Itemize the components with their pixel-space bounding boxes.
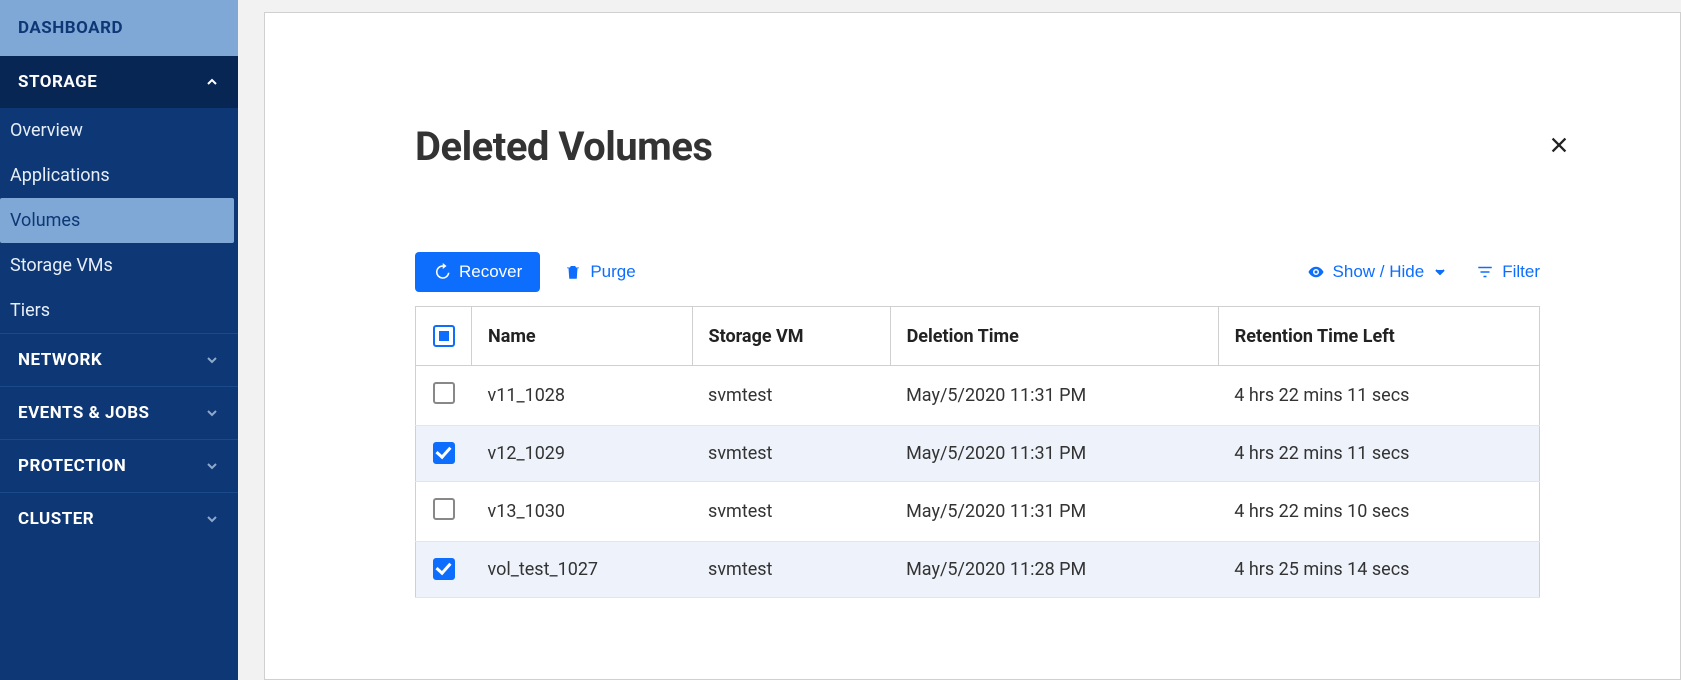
row-checkbox[interactable]	[433, 442, 455, 464]
main-content: Deleted Volumes Recover Purge	[238, 0, 1681, 680]
row-checkbox[interactable]	[433, 382, 455, 404]
cell-name: v12_1029	[472, 426, 693, 482]
nav-label: NETWORK	[18, 350, 102, 370]
page-title: Deleted Volumes	[415, 123, 1540, 170]
purge-button[interactable]: Purge	[564, 262, 635, 282]
nav-label: PROTECTION	[18, 456, 126, 476]
panel: Deleted Volumes Recover Purge	[264, 12, 1681, 680]
table-row[interactable]: v13_1030svmtestMay/5/2020 11:31 PM4 hrs …	[416, 482, 1540, 542]
recover-button[interactable]: Recover	[415, 252, 540, 292]
eye-icon	[1307, 263, 1325, 281]
chevron-down-icon	[204, 458, 220, 474]
button-label: Show / Hide	[1333, 262, 1425, 282]
button-label: Filter	[1502, 262, 1540, 282]
sidebar-item-events[interactable]: EVENTS & JOBS	[0, 386, 238, 439]
chevron-down-icon	[204, 405, 220, 421]
table-row[interactable]: vol_test_1027svmtestMay/5/2020 11:28 PM4…	[416, 542, 1540, 598]
chevron-down-icon	[204, 511, 220, 527]
select-all-header	[416, 307, 472, 366]
table-row[interactable]: v11_1028svmtestMay/5/2020 11:31 PM4 hrs …	[416, 366, 1540, 426]
row-checkbox[interactable]	[433, 498, 455, 520]
storage-submenu: Overview Applications Volumes Storage VM…	[0, 108, 238, 333]
sidebar-item-dashboard[interactable]: DASHBOARD	[0, 0, 238, 56]
button-label: Purge	[590, 262, 635, 282]
column-name[interactable]: Name	[472, 307, 693, 366]
toolbar: Recover Purge Show / Hide Fi	[415, 252, 1540, 292]
restore-icon	[433, 263, 451, 281]
column-deletion-time[interactable]: Deletion Time	[890, 307, 1218, 366]
chevron-down-icon	[1432, 264, 1448, 280]
cell-name: vol_test_1027	[472, 542, 693, 598]
table-header-row: Name Storage VM Deletion Time Retention …	[416, 307, 1540, 366]
column-retention[interactable]: Retention Time Left	[1218, 307, 1539, 366]
cell-retention: 4 hrs 25 mins 14 secs	[1218, 542, 1539, 598]
nav-label: STORAGE	[18, 72, 97, 92]
cell-retention: 4 hrs 22 mins 11 secs	[1218, 426, 1539, 482]
cell-retention: 4 hrs 22 mins 10 secs	[1218, 482, 1539, 542]
sidebar-item-tiers[interactable]: Tiers	[0, 288, 238, 333]
sidebar-item-network[interactable]: NETWORK	[0, 333, 238, 386]
sidebar-item-volumes[interactable]: Volumes	[0, 198, 234, 243]
nav-label: CLUSTER	[18, 509, 94, 529]
cell-deletion-time: May/5/2020 11:31 PM	[890, 482, 1218, 542]
nav-label: EVENTS & JOBS	[18, 403, 150, 423]
chevron-up-icon	[204, 74, 220, 90]
row-checkbox[interactable]	[433, 558, 455, 580]
sidebar-item-protection[interactable]: PROTECTION	[0, 439, 238, 492]
cell-svm: svmtest	[692, 482, 890, 542]
sidebar-item-storage-vms[interactable]: Storage VMs	[0, 243, 238, 288]
trash-icon	[564, 263, 582, 281]
sidebar: DASHBOARD STORAGE Overview Applications …	[0, 0, 238, 680]
sidebar-item-applications[interactable]: Applications	[0, 153, 238, 198]
select-all-checkbox[interactable]	[433, 325, 455, 347]
sidebar-item-storage[interactable]: STORAGE	[0, 56, 238, 108]
cell-svm: svmtest	[692, 426, 890, 482]
cell-name: v11_1028	[472, 366, 693, 426]
table-row[interactable]: v12_1029svmtestMay/5/2020 11:31 PM4 hrs …	[416, 426, 1540, 482]
filter-icon	[1476, 263, 1494, 281]
button-label: Recover	[459, 262, 522, 282]
cell-retention: 4 hrs 22 mins 11 secs	[1218, 366, 1539, 426]
cell-name: v13_1030	[472, 482, 693, 542]
chevron-down-icon	[204, 352, 220, 368]
cell-deletion-time: May/5/2020 11:31 PM	[890, 426, 1218, 482]
cell-svm: svmtest	[692, 542, 890, 598]
deleted-volumes-table: Name Storage VM Deletion Time Retention …	[415, 306, 1540, 598]
close-button[interactable]	[1548, 133, 1570, 163]
cell-svm: svmtest	[692, 366, 890, 426]
cell-deletion-time: May/5/2020 11:28 PM	[890, 542, 1218, 598]
show-hide-button[interactable]: Show / Hide	[1307, 262, 1449, 282]
cell-deletion-time: May/5/2020 11:31 PM	[890, 366, 1218, 426]
filter-button[interactable]: Filter	[1476, 262, 1540, 282]
nav-label: DASHBOARD	[18, 18, 123, 38]
column-svm[interactable]: Storage VM	[692, 307, 890, 366]
close-icon	[1548, 134, 1570, 156]
sidebar-item-overview[interactable]: Overview	[0, 108, 238, 153]
sidebar-item-cluster[interactable]: CLUSTER	[0, 492, 238, 545]
